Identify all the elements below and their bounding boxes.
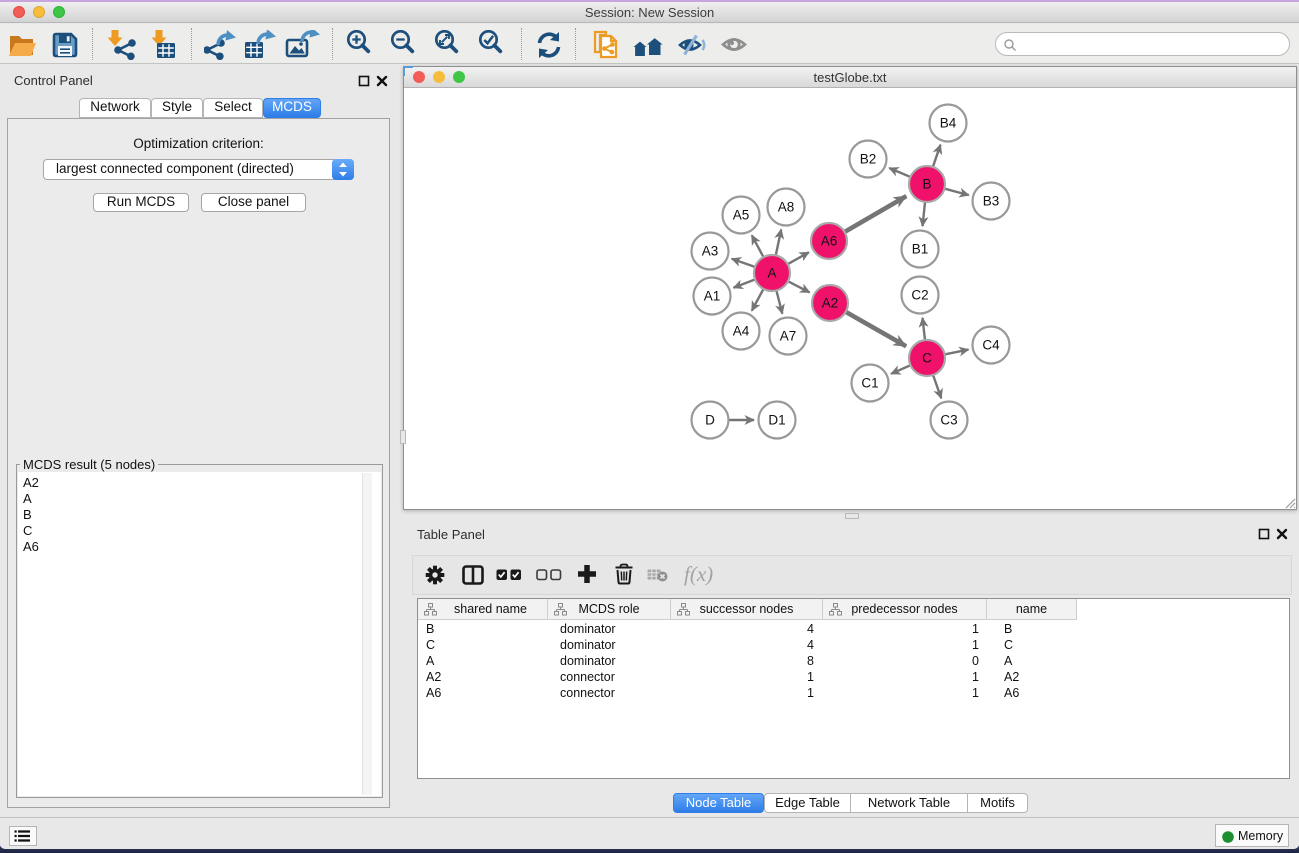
svg-text:B2: B2 <box>860 152 877 167</box>
svg-text:C1: C1 <box>861 376 878 391</box>
svg-text:B1: B1 <box>912 242 929 257</box>
svg-text:A6: A6 <box>821 234 838 249</box>
svg-text:C4: C4 <box>982 338 1000 353</box>
svg-text:A1: A1 <box>704 289 721 304</box>
svg-text:A7: A7 <box>780 329 797 344</box>
svg-text:A2: A2 <box>822 296 839 311</box>
svg-text:A: A <box>767 266 776 281</box>
svg-text:A8: A8 <box>778 200 795 215</box>
svg-text:B3: B3 <box>983 194 1000 209</box>
svg-text:D1: D1 <box>768 413 785 428</box>
svg-text:C2: C2 <box>911 288 928 303</box>
svg-text:A4: A4 <box>733 324 750 339</box>
svg-text:A3: A3 <box>702 244 719 259</box>
svg-text:D: D <box>705 413 715 428</box>
svg-text:B: B <box>922 177 931 192</box>
svg-text:A5: A5 <box>733 208 750 223</box>
svg-text:C3: C3 <box>940 413 957 428</box>
svg-text:C: C <box>922 351 932 366</box>
svg-text:B4: B4 <box>940 116 957 131</box>
